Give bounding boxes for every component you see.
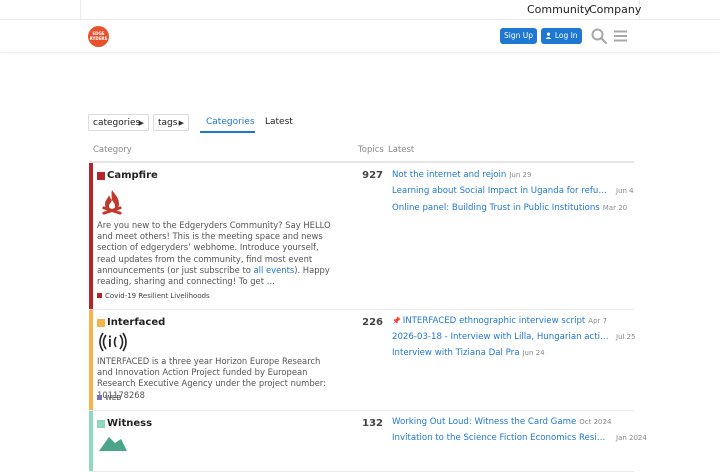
latest-topic-link[interactable]: Invitation to the Science Fiction Econom… bbox=[392, 433, 647, 443]
tags-dropdown[interactable]: tags ▶ bbox=[153, 114, 189, 131]
latest-topic-link[interactable]: 📌 INTERFACED ethnographic interview scrip… bbox=[392, 316, 607, 326]
topic-date: Jul 25 bbox=[616, 333, 636, 341]
campfire-icon bbox=[99, 189, 125, 221]
topic-date: Jan 2024 bbox=[616, 434, 647, 442]
tab-latest[interactable]: Latest bbox=[265, 117, 293, 127]
search-icon[interactable] bbox=[590, 27, 608, 45]
latest-topic-link[interactable]: Not the internet and rejoin Jun 29 bbox=[392, 170, 531, 180]
company-link[interactable]: Company bbox=[589, 3, 641, 16]
latest-topic-link[interactable]: Interview with Tiziana Dal Pra Jun 24 bbox=[392, 348, 545, 358]
topic-date: Jun 4 bbox=[616, 187, 634, 195]
topic-title: Invitation to the Science Fiction Econom… bbox=[392, 433, 610, 443]
topic-title: Interview with Tiziana Dal Pra bbox=[392, 348, 520, 358]
topic-title: Learning about Social Impact in Uganda f… bbox=[392, 186, 610, 196]
category-row: Interfaced INTERFACED is a three year Ho… bbox=[89, 310, 636, 411]
category-name[interactable]: Witness bbox=[107, 418, 152, 429]
top-strip: Community Company bbox=[0, 0, 720, 20]
caret-right-icon: ▶ bbox=[138, 119, 144, 127]
subcategory-label: Covid-19 Resilient Livelihoods bbox=[105, 292, 210, 300]
topic-title: 2026-03-18 - Interview with Lilla, Hunga… bbox=[392, 332, 610, 342]
category-color-square bbox=[97, 172, 105, 180]
topic-title: Online panel: Building Trust in Public I… bbox=[392, 203, 600, 213]
column-header-category: Category bbox=[93, 145, 132, 155]
subcategory-color-square bbox=[97, 395, 102, 400]
category-color-square bbox=[97, 319, 105, 327]
category-name[interactable]: Interfaced bbox=[107, 317, 165, 328]
category-color-square bbox=[97, 420, 105, 428]
tab-categories[interactable]: Categories bbox=[206, 117, 255, 127]
site-header: EDGE RYDERS Sign Up Log In bbox=[0, 20, 720, 52]
caret-right-icon: ▶ bbox=[178, 119, 184, 127]
category-color-bar bbox=[89, 310, 93, 410]
hamburger-menu-icon[interactable] bbox=[612, 27, 630, 45]
categories-dropdown-label: categories bbox=[93, 118, 141, 128]
topic-date: Jun 24 bbox=[522, 349, 545, 357]
latest-topic-link[interactable]: 2026-03-18 - Interview with Lilla, Hunga… bbox=[392, 332, 636, 342]
pin-icon: 📌 bbox=[392, 317, 401, 325]
latest-topic-link[interactable]: Online panel: Building Trust in Public I… bbox=[392, 203, 627, 213]
divider bbox=[80, 0, 81, 19]
category-row: Witness 132 Working Out Loud: Witness th… bbox=[89, 411, 647, 472]
category-description: INTERFACED is a three year Horizon Europ… bbox=[97, 356, 337, 401]
category-row: Campfire Are you new to the Edgeryders C… bbox=[89, 163, 634, 310]
log-in-button[interactable]: Log In bbox=[541, 28, 582, 44]
topic-count: 226 bbox=[362, 317, 383, 328]
all-events-link[interactable]: all events bbox=[254, 265, 295, 275]
tags-dropdown-label: tags bbox=[158, 118, 178, 128]
witness-logo-icon bbox=[97, 435, 129, 455]
topic-count: 132 bbox=[362, 418, 383, 429]
topic-date: Jun 29 bbox=[509, 171, 532, 179]
description-text: INTERFACED is a three year Horizon Europ… bbox=[97, 356, 326, 400]
topic-date: Apr 7 bbox=[588, 317, 608, 325]
topic-count: 927 bbox=[362, 170, 383, 181]
latest-topic-link[interactable]: Learning about Social Impact in Uganda f… bbox=[392, 186, 634, 196]
categories-dropdown[interactable]: categories ▶ bbox=[88, 114, 149, 131]
subcategory-label: WEB bbox=[105, 394, 122, 402]
log-in-label: Log In bbox=[554, 31, 578, 40]
topic-date: Oct 2024 bbox=[579, 418, 612, 426]
logo-text: EDGE RYDERS bbox=[89, 31, 108, 41]
interfaced-logo-icon bbox=[97, 331, 129, 357]
category-description: Are you new to the Edgeryders Community?… bbox=[97, 220, 337, 287]
topic-title: Not the internet and rejoin bbox=[392, 170, 507, 180]
site-logo[interactable]: EDGE RYDERS bbox=[88, 26, 109, 47]
community-link[interactable]: Community bbox=[527, 3, 591, 16]
subcategory-color-square bbox=[97, 293, 102, 298]
topic-date: Mar 20 bbox=[602, 204, 628, 212]
category-color-bar bbox=[89, 411, 93, 471]
topic-title: INTERFACED ethnographic interview script bbox=[402, 316, 586, 326]
category-color-bar bbox=[89, 163, 93, 309]
subcategory-link[interactable]: Covid-19 Resilient Livelihoods bbox=[97, 292, 210, 300]
latest-topic-link[interactable]: Working Out Loud: Witness the Card Game O… bbox=[392, 417, 611, 427]
column-header-latest: Latest bbox=[388, 145, 415, 155]
topic-title: Working Out Loud: Witness the Card Game bbox=[392, 417, 577, 427]
category-name[interactable]: Campfire bbox=[107, 170, 158, 181]
user-icon bbox=[545, 32, 552, 39]
subcategory-link[interactable]: WEB bbox=[97, 394, 121, 402]
active-tab-indicator bbox=[200, 131, 255, 133]
column-header-topics: Topics bbox=[358, 145, 384, 155]
sign-up-button[interactable]: Sign Up bbox=[500, 28, 537, 44]
